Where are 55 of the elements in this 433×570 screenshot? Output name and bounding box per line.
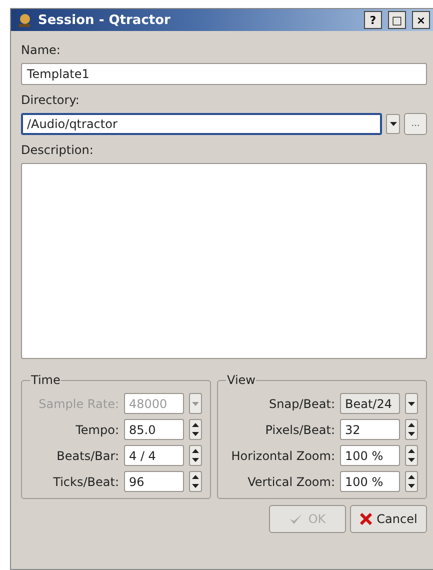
group-title: Time: [30, 373, 62, 387]
title-bar-button[interactable]: □: [388, 11, 406, 29]
browse-button[interactable]: ...: [404, 113, 427, 135]
spin-buttons[interactable]: [405, 445, 418, 466]
down-arrow-icon: [192, 432, 199, 436]
spin-buttons[interactable]: [189, 419, 202, 440]
check-icon: [289, 513, 304, 525]
up-arrow-icon: [192, 448, 199, 453]
name-field[interactable]: Template1: [21, 63, 427, 85]
field-label: Ticks/Beat:: [53, 474, 119, 488]
cancel-button[interactable]: Cancel: [350, 505, 427, 533]
app-icon: [17, 12, 32, 28]
down-arrow-icon: [192, 458, 199, 462]
spin-buttons[interactable]: [405, 419, 418, 440]
description-label: Description:: [21, 143, 94, 157]
spin-field[interactable]: 96: [124, 471, 184, 492]
down-arrow-icon: [192, 484, 199, 488]
directory-field[interactable]: /Audio/qtractor: [21, 113, 382, 135]
spin-buttons[interactable]: [405, 471, 418, 492]
spin-field[interactable]: 100 %: [340, 471, 400, 492]
title-bar-button[interactable]: ?: [364, 11, 382, 29]
down-arrow-icon: [408, 458, 415, 462]
close-icon: [360, 513, 372, 525]
spin-field[interactable]: 100 %: [340, 445, 400, 466]
field-label: Vertical Zoom:: [248, 474, 335, 488]
down-arrow-icon: [408, 432, 415, 436]
field-label: Sample Rate:: [38, 396, 119, 410]
field-label: Snap/Beat:: [269, 396, 335, 410]
up-arrow-icon: [192, 474, 199, 479]
up-arrow-icon: [408, 422, 415, 427]
spin-field[interactable]: 85.0: [124, 419, 184, 440]
group-title: View: [226, 373, 256, 387]
field-label: Horizontal Zoom:: [231, 448, 335, 462]
spin-buttons[interactable]: [189, 471, 202, 492]
title-bar-button[interactable]: ×: [412, 11, 430, 29]
dropdown-button[interactable]: [386, 114, 400, 134]
up-arrow-icon: [408, 448, 415, 453]
up-arrow-icon: [192, 422, 199, 427]
field-label: Tempo:: [76, 422, 119, 436]
description-field[interactable]: [21, 163, 427, 359]
window-title: Session - Qtractor: [38, 12, 172, 28]
dropdown-button[interactable]: [405, 393, 418, 414]
down-arrow-icon: [408, 484, 415, 488]
snap-combo[interactable]: Beat/24: [340, 393, 400, 414]
down-arrow-icon: [390, 122, 396, 126]
directory-label: Directory:: [21, 93, 80, 107]
field-label: Pixels/Beat:: [265, 422, 335, 436]
spin-field[interactable]: 32: [340, 419, 400, 440]
down-arrow-icon: [408, 402, 415, 406]
field-label: Beats/Bar:: [56, 448, 119, 462]
spin-field[interactable]: 4 / 4: [124, 445, 184, 466]
down-arrow-icon: [192, 402, 199, 406]
up-arrow-icon: [408, 474, 415, 479]
name-label: Name:: [21, 43, 62, 57]
spin-buttons[interactable]: [189, 445, 202, 466]
